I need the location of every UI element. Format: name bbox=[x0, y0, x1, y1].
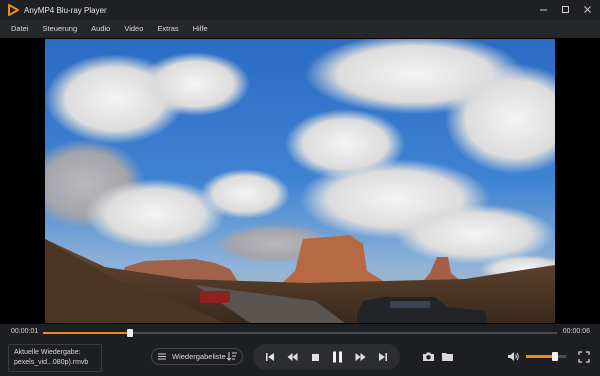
fullscreen-icon[interactable] bbox=[577, 350, 591, 363]
volume-slider[interactable] bbox=[526, 352, 566, 361]
menu-hilfe[interactable]: Hilfe bbox=[186, 20, 215, 38]
sort-icon[interactable] bbox=[227, 352, 237, 361]
snapshot-camera-icon[interactable] bbox=[421, 350, 435, 363]
window-controls bbox=[537, 3, 594, 16]
playlist-label: Wiedergabeliste bbox=[172, 352, 226, 361]
open-folder-icon[interactable] bbox=[440, 350, 454, 363]
app-logo-icon bbox=[8, 4, 19, 16]
volume-handle[interactable] bbox=[551, 352, 558, 361]
maximize-icon[interactable] bbox=[559, 3, 572, 16]
menu-audio[interactable]: Audio bbox=[84, 20, 117, 38]
video-frame bbox=[45, 39, 555, 323]
skip-previous-icon[interactable] bbox=[263, 350, 277, 364]
menu-bar: Datei Steuerung Audio Video Extras Hilfe bbox=[0, 20, 600, 38]
total-time: 00:00:06 bbox=[562, 328, 590, 335]
fast-forward-icon[interactable] bbox=[353, 350, 367, 364]
playlist-button[interactable]: Wiedergabeliste bbox=[151, 348, 243, 365]
seek-handle[interactable] bbox=[127, 329, 134, 337]
rewind-icon[interactable] bbox=[286, 350, 300, 364]
volume-icon[interactable] bbox=[506, 350, 520, 363]
volume-level bbox=[526, 355, 555, 358]
transport-controls bbox=[253, 344, 400, 370]
list-icon bbox=[158, 353, 166, 360]
now-playing-file: pexels_vid...080p).rmvb bbox=[14, 359, 89, 366]
menu-datei[interactable]: Datei bbox=[0, 20, 36, 38]
close-icon[interactable] bbox=[581, 3, 594, 16]
menu-steuerung[interactable]: Steuerung bbox=[36, 20, 85, 38]
title-bar: AnyMP4 Blu-ray Player bbox=[0, 0, 600, 20]
menu-video[interactable]: Video bbox=[117, 20, 150, 38]
seek-progress bbox=[43, 332, 131, 334]
stop-icon[interactable] bbox=[308, 350, 322, 364]
seek-row: 00:00:01 00:00:06 bbox=[0, 324, 600, 340]
current-time: 00:00:01 bbox=[11, 328, 39, 335]
seek-bar[interactable] bbox=[43, 329, 557, 337]
pause-icon[interactable] bbox=[331, 350, 345, 364]
now-playing-label: Aktuelle Wiedergabe: bbox=[14, 349, 81, 356]
menu-extras[interactable]: Extras bbox=[150, 20, 185, 38]
app-title: AnyMP4 Blu-ray Player bbox=[24, 5, 107, 15]
now-playing-box: Aktuelle Wiedergabe: pexels_vid...080p).… bbox=[8, 344, 102, 372]
skip-next-icon[interactable] bbox=[376, 350, 390, 364]
video-area[interactable] bbox=[0, 38, 600, 324]
minimize-icon[interactable] bbox=[537, 3, 550, 16]
control-bar: Aktuelle Wiedergabe: pexels_vid...080p).… bbox=[0, 340, 600, 376]
